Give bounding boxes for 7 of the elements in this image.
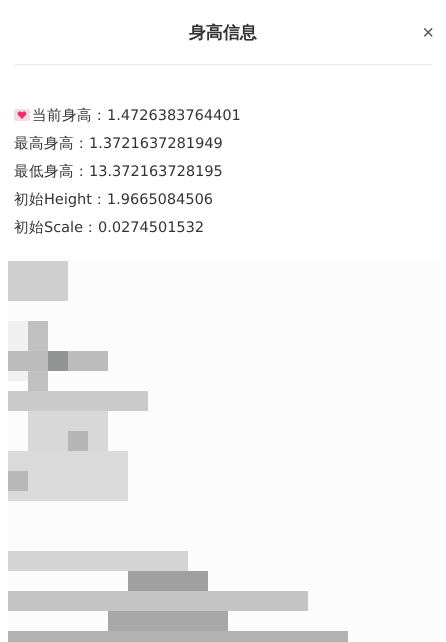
info-text: 初始Height：1.9665084506 [14,190,214,208]
info-text: 最高身高：1.3721637281949 [14,134,223,152]
info-text: 最低身高：13.372163728195 [14,162,223,180]
dialog-title: 身高信息 [189,22,257,44]
close-button[interactable]: × [420,22,436,44]
info-text: 初始Scale：0.0274501532 [14,218,204,236]
info-text: 当前身高：1.4726383764401 [32,106,241,124]
